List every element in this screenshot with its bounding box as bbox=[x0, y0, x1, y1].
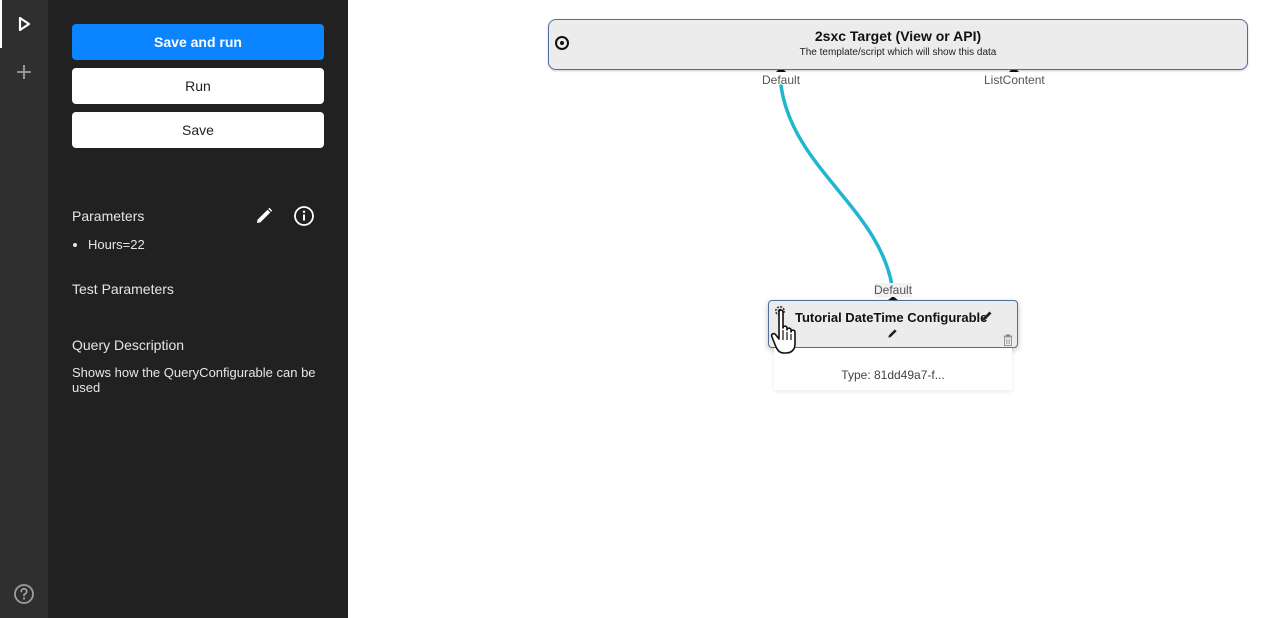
info-icon bbox=[294, 206, 314, 226]
target-node[interactable]: 2sxc Target (View or API) The template/s… bbox=[548, 19, 1248, 70]
query-description-title: Query Description bbox=[72, 337, 185, 353]
target-port-label-default: Default bbox=[762, 73, 801, 87]
save-button[interactable]: Save bbox=[72, 112, 324, 148]
parameters-title: Parameters bbox=[72, 208, 145, 224]
source-port-label-default: Default bbox=[874, 283, 913, 297]
left-rail bbox=[0, 0, 48, 618]
trash-icon[interactable] bbox=[1003, 334, 1013, 346]
help-circle-icon bbox=[14, 584, 34, 604]
source-node-type: Type: 81dd49a7-f... bbox=[841, 368, 945, 382]
add-tab[interactable] bbox=[0, 48, 48, 96]
target-port-label-listcontent: ListContent bbox=[984, 73, 1045, 87]
help-button[interactable] bbox=[0, 570, 48, 618]
save-and-run-button[interactable]: Save and run bbox=[72, 24, 324, 60]
run-tab[interactable] bbox=[0, 0, 48, 48]
run-button[interactable]: Run bbox=[72, 68, 324, 104]
play-icon bbox=[18, 16, 31, 32]
connection-wire[interactable] bbox=[779, 84, 895, 294]
pencil-icon[interactable] bbox=[887, 328, 898, 339]
query-canvas[interactable]: 2sxc Target (View or API) The template/s… bbox=[348, 0, 1276, 618]
source-node[interactable]: Tutorial DateTime Configurable bbox=[768, 300, 1018, 348]
target-node-description: The template/script which will show this… bbox=[799, 47, 997, 58]
parameters-info-button[interactable] bbox=[292, 204, 316, 228]
pencil-icon bbox=[257, 207, 273, 223]
parameter-list: Hours=22 bbox=[88, 237, 145, 252]
query-description-text: Shows how the QueryConfigurable can be u… bbox=[72, 365, 316, 395]
edit-title-pencil-icon[interactable] bbox=[981, 310, 993, 322]
plus-icon bbox=[17, 65, 31, 79]
test-parameters-title: Test Parameters bbox=[72, 281, 174, 297]
list-item: Hours=22 bbox=[88, 237, 145, 252]
source-node-title: Tutorial DateTime Configurable bbox=[795, 310, 988, 325]
target-node-title: 2sxc Target (View or API) bbox=[814, 28, 982, 44]
query-panel: Save and run Run Save Parameters Hours=2… bbox=[48, 0, 348, 618]
edit-parameters-button[interactable] bbox=[252, 204, 276, 228]
source-node-body: Type: 81dd49a7-f... bbox=[774, 348, 1012, 390]
hand-cursor-icon bbox=[770, 309, 796, 354]
